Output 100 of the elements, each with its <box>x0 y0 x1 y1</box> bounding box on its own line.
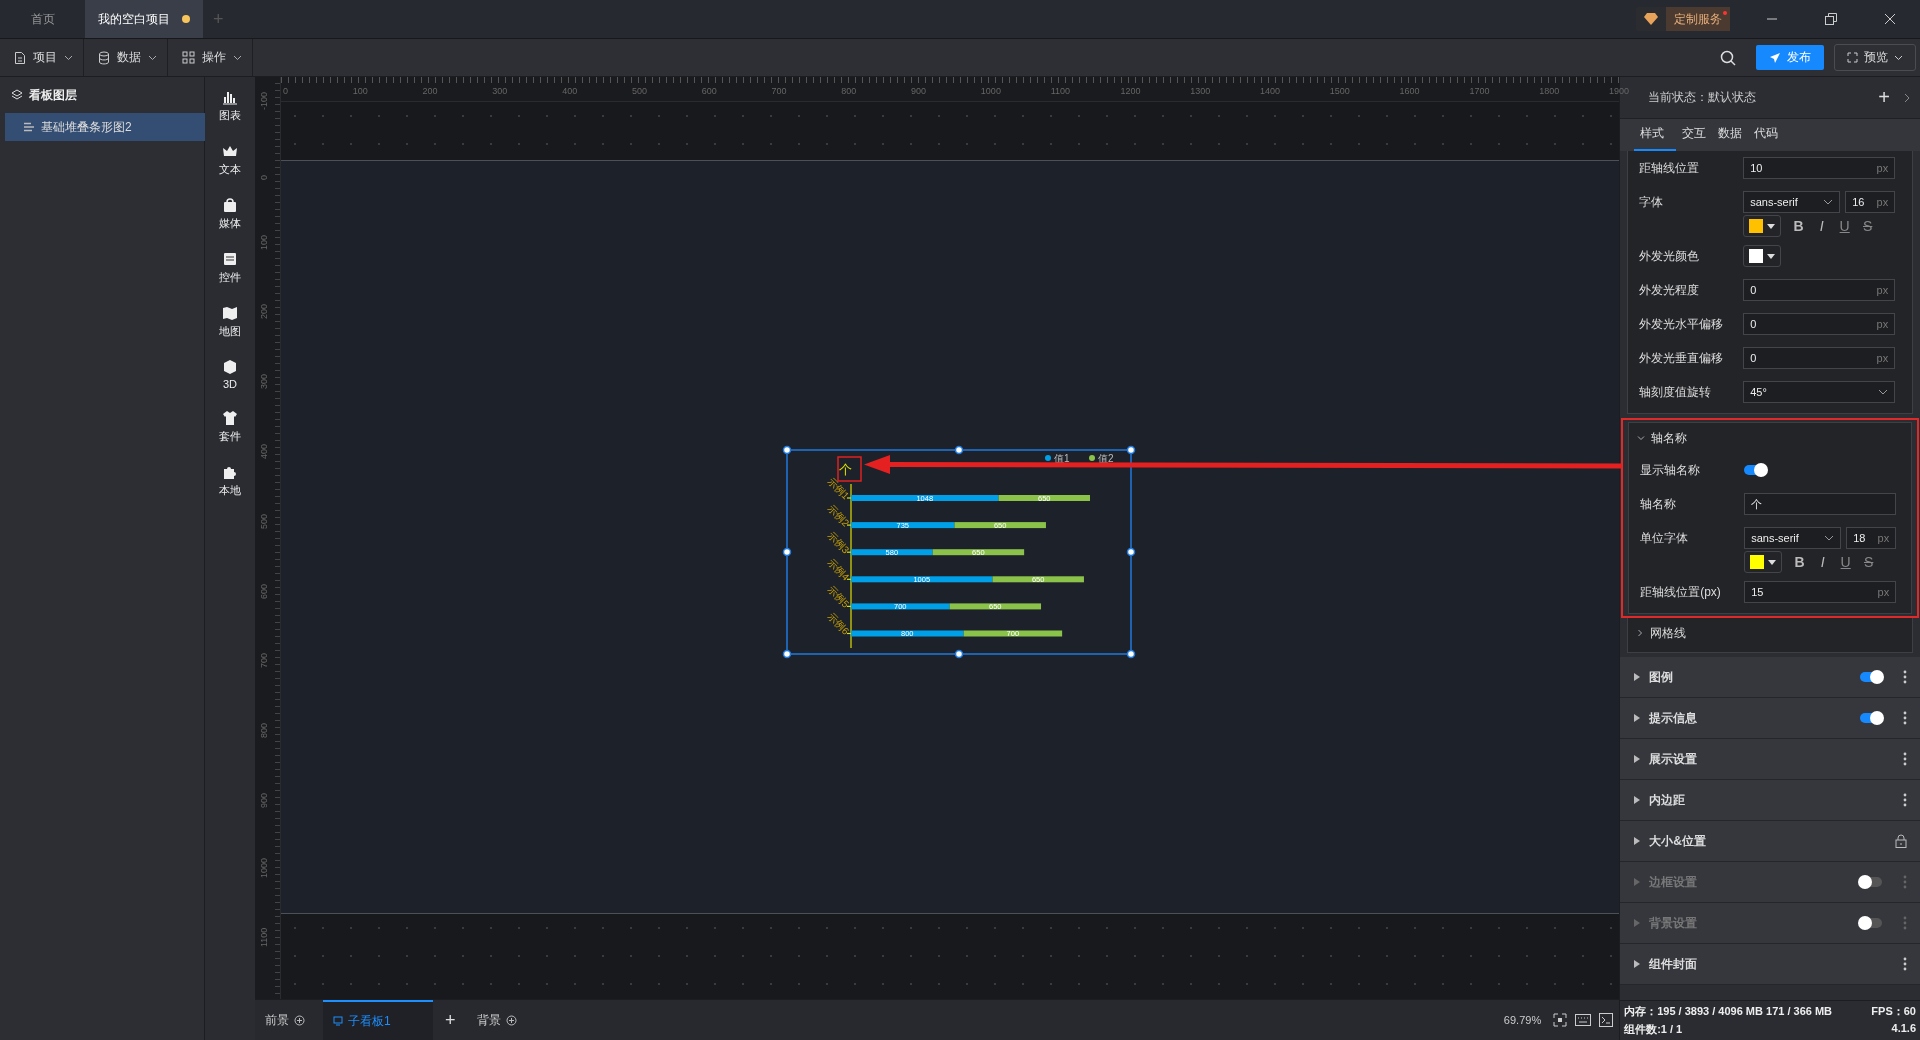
grid-icon <box>182 51 195 64</box>
restore-icon[interactable] <box>1824 12 1838 26</box>
ruler-label: 600 <box>701 86 717 96</box>
italic-button[interactable]: I <box>1811 554 1835 570</box>
resize-handle[interactable] <box>782 445 792 455</box>
number-field[interactable]: 10 px <box>1743 157 1896 179</box>
toggle-switch[interactable] <box>1860 713 1882 723</box>
color-picker[interactable] <box>1744 551 1783 573</box>
panel-title: 看板图层 <box>29 86 77 104</box>
menu-button[interactable]: 数据 <box>84 39 168 76</box>
panel-tab[interactable]: 交互 <box>1676 125 1713 151</box>
bars-icon <box>23 122 35 132</box>
more-icon[interactable] <box>1903 957 1907 971</box>
tool-button[interactable]: 3D <box>222 359 238 390</box>
more-icon[interactable] <box>1903 670 1907 684</box>
resize-handle[interactable] <box>1126 649 1136 659</box>
resize-handle[interactable] <box>1126 445 1136 455</box>
font-select[interactable]: sans-serif <box>1743 191 1841 213</box>
resize-handle[interactable] <box>782 649 792 659</box>
section-header[interactable]: 轴名称 <box>1629 423 1911 453</box>
triangle-icon <box>1634 919 1641 927</box>
ruler-label: 1100 <box>258 927 269 948</box>
resize-handle[interactable] <box>954 649 964 659</box>
panel-tab[interactable]: 代码 <box>1748 125 1785 151</box>
cube-icon <box>222 359 238 375</box>
ruler-label: -100 <box>258 91 269 110</box>
more-icon[interactable] <box>1903 711 1907 725</box>
number-field[interactable]: 15 px <box>1744 581 1897 603</box>
ruler-label: 800 <box>841 86 857 96</box>
panel-tab[interactable]: 数据 <box>1712 125 1749 151</box>
font-select[interactable]: sans-serif <box>1744 527 1842 549</box>
color-picker[interactable] <box>1743 245 1782 267</box>
bold-button[interactable]: B <box>1787 218 1811 234</box>
toggle-switch[interactable] <box>1744 465 1767 475</box>
settings-group[interactable]: 组件封面 <box>1620 944 1920 985</box>
map-icon <box>222 305 238 321</box>
tool-button[interactable]: 文本 <box>219 143 241 177</box>
toggle-switch[interactable] <box>1860 672 1882 682</box>
text-field[interactable]: 个 <box>1744 493 1897 515</box>
resize-handle[interactable] <box>1126 547 1136 557</box>
tool-button[interactable]: 套件 <box>219 410 241 444</box>
project-tab[interactable]: 首页 <box>0 0 85 38</box>
underline-button[interactable]: U <box>1833 218 1857 234</box>
settings-group[interactable]: 提示信息 <box>1620 698 1920 739</box>
tool-button[interactable]: 本地 <box>219 464 241 498</box>
number-field[interactable]: 0 px <box>1743 347 1896 369</box>
field-label: 字体 <box>1639 193 1665 211</box>
settings-group[interactable]: 展示设置 <box>1620 739 1920 780</box>
chevron-right-icon[interactable] <box>1904 92 1910 103</box>
layer-item[interactable]: 基础堆叠条形图2 <box>5 113 205 141</box>
bar-chart-icon <box>222 89 238 105</box>
board-tab[interactable]: 子看板1 <box>322 1000 433 1040</box>
ruler-label: 400 <box>258 442 269 459</box>
tool-button[interactable]: 图表 <box>219 89 241 123</box>
number-field[interactable]: 0 px <box>1743 279 1896 301</box>
lock-icon[interactable] <box>1895 834 1907 848</box>
menu-button[interactable]: 操作 <box>168 39 253 76</box>
settings-group[interactable]: 大小&位置 <box>1620 821 1920 862</box>
keyboard-icon[interactable] <box>1575 1014 1592 1026</box>
caret-icon <box>1894 54 1903 61</box>
terminal-icon[interactable] <box>1599 1013 1614 1027</box>
bold-button[interactable]: B <box>1788 554 1812 570</box>
color-picker[interactable] <box>1743 215 1782 237</box>
search-icon[interactable] <box>1720 49 1736 66</box>
fit-icon[interactable] <box>1553 1013 1568 1027</box>
ruler-label: 100 <box>258 233 269 250</box>
add-state-button[interactable]: + <box>1878 86 1890 109</box>
font-size-field[interactable]: 16 px <box>1845 191 1896 213</box>
italic-button[interactable]: I <box>1810 218 1834 234</box>
category-label: 示例1 <box>825 475 852 502</box>
settings-group[interactable]: 图例 <box>1620 657 1920 698</box>
strikethrough-button[interactable]: S <box>1856 218 1880 234</box>
tool-button[interactable]: 控件 <box>219 251 241 285</box>
field-label: 单位字体 <box>1640 529 1690 547</box>
settings-group[interactable]: 内边距 <box>1620 780 1920 821</box>
close-icon[interactable] <box>1884 13 1896 25</box>
unsaved-dot <box>182 15 190 23</box>
menu-button[interactable]: 项目 <box>0 39 84 76</box>
resize-handle[interactable] <box>782 547 792 557</box>
service-button[interactable]: 定制服务 <box>1636 7 1730 31</box>
preview-button[interactable]: 预览 <box>1834 44 1916 71</box>
field-label: 距轴线位置 <box>1639 159 1701 177</box>
font-size-field[interactable]: 18 px <box>1846 527 1897 549</box>
number-field[interactable]: 0 px <box>1743 313 1896 335</box>
board-tab[interactable]: 前景 <box>254 1000 315 1040</box>
underline-button[interactable]: U <box>1834 554 1858 570</box>
more-icon[interactable] <box>1903 793 1907 807</box>
tool-button[interactable]: 地图 <box>219 305 241 339</box>
select-field[interactable]: 45° <box>1743 381 1896 403</box>
fullscreen-icon <box>1847 52 1858 63</box>
tool-button[interactable]: 媒体 <box>219 197 241 231</box>
add-board-button[interactable]: + <box>440 1009 460 1031</box>
plus-circle-icon <box>506 1014 518 1026</box>
resize-handle[interactable] <box>954 445 964 455</box>
ruler-label: 1100 <box>1050 86 1070 96</box>
paper-plane-icon <box>1769 51 1781 64</box>
board-tab[interactable]: 背景 <box>467 1000 528 1040</box>
strikethrough-button[interactable]: S <box>1857 554 1881 570</box>
more-icon[interactable] <box>1903 752 1907 766</box>
project-tab[interactable]: 我的空白项目 <box>85 0 203 38</box>
